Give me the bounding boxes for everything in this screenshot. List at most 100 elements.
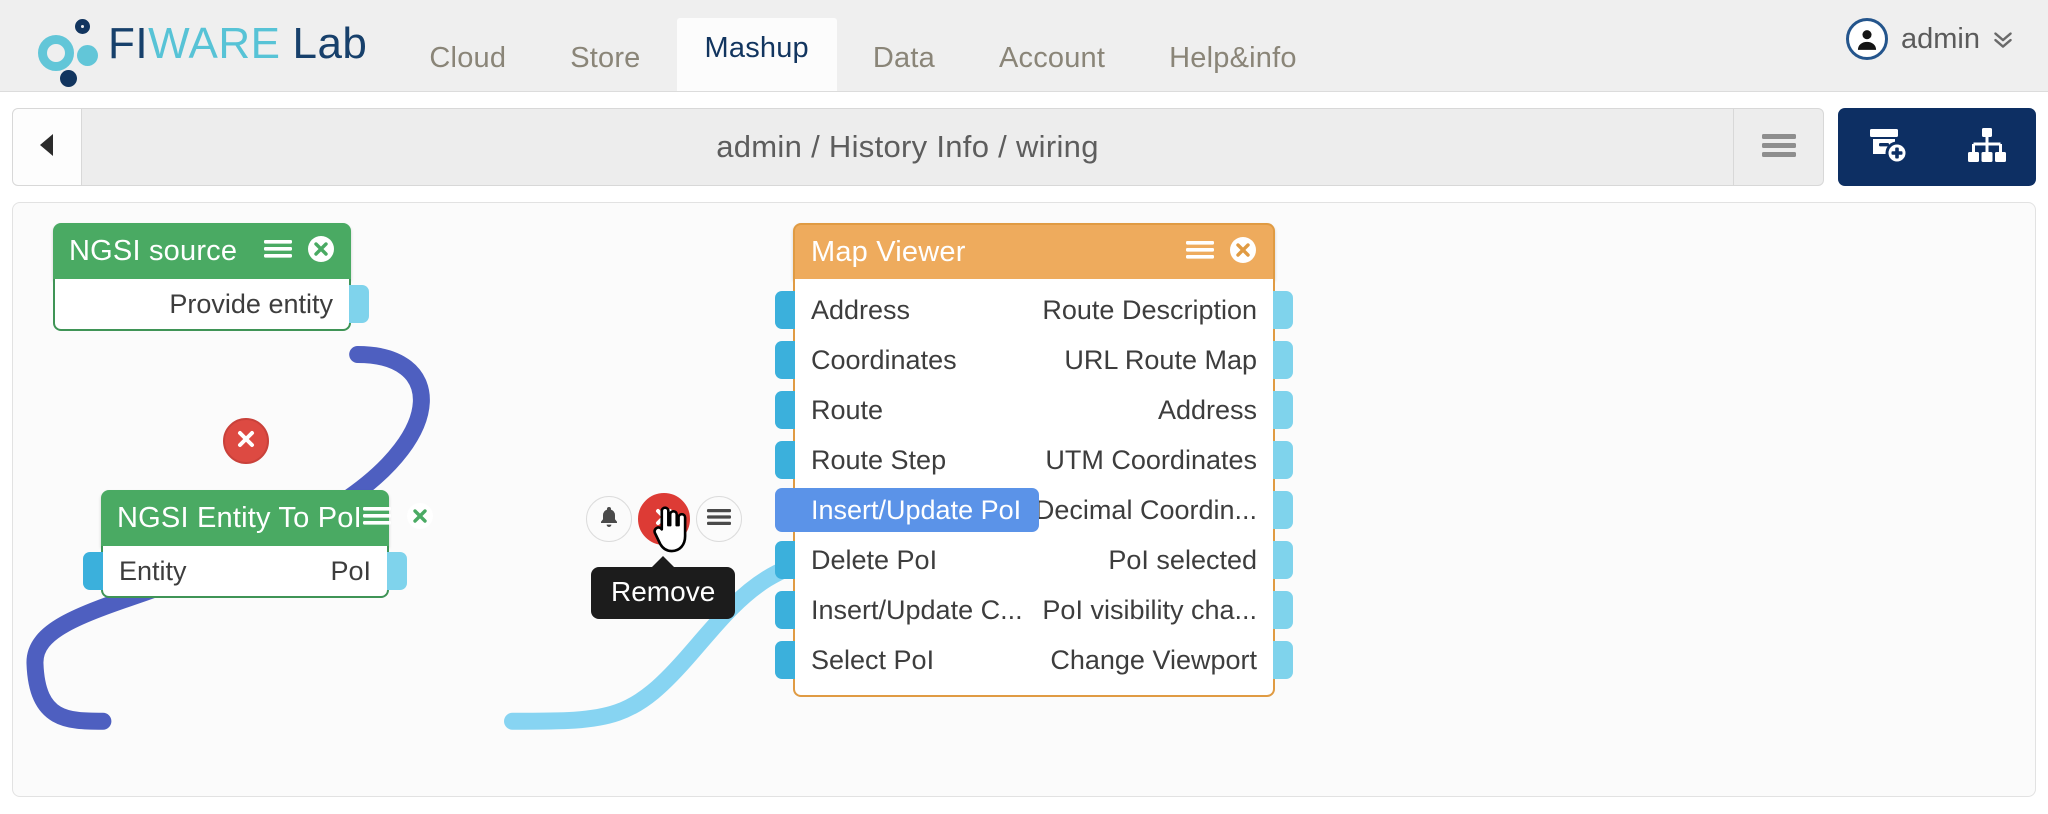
input-endpoint-label: Entity — [119, 555, 187, 586]
input-endpoint-label: Route Step — [811, 444, 947, 475]
output-port[interactable] — [1273, 541, 1293, 579]
endpoint-row[interactable]: Provide entity — [55, 279, 369, 329]
widget-header[interactable]: NGSI source — [53, 223, 351, 279]
input-port[interactable] — [775, 591, 795, 629]
input-endpoint-label: Insert/Update C... — [811, 594, 1023, 625]
hamburger-icon[interactable] — [362, 505, 392, 532]
close-circle-icon — [235, 428, 257, 455]
back-button[interactable] — [12, 108, 82, 186]
endpoint-row[interactable]: Coordinates URL Route Map — [775, 335, 1293, 385]
output-port[interactable] — [387, 552, 407, 590]
hamburger-icon — [1759, 131, 1799, 164]
add-component-button[interactable] — [1866, 125, 1910, 170]
sitemap-icon — [1966, 126, 2008, 169]
endpoint-row[interactable]: Entity PoI — [83, 546, 407, 596]
show-hierarchy-button[interactable] — [1966, 126, 2008, 169]
input-endpoint-label: Route — [811, 394, 884, 425]
widget-title: NGSI Entity To PoI — [117, 501, 362, 534]
endpoint-row[interactable]: Select PoI Change Viewport — [775, 635, 1293, 685]
output-endpoint-label: Route Description — [1042, 294, 1257, 325]
bell-icon — [598, 505, 620, 534]
box-plus-icon — [1866, 125, 1910, 170]
output-endpoint-label: Decimal Coordin... — [1034, 494, 1257, 525]
close-circle-icon[interactable] — [307, 235, 335, 268]
output-port[interactable] — [1273, 291, 1293, 329]
nav-tab-account[interactable]: Account — [971, 28, 1133, 91]
fiware-dots-logo-icon — [36, 13, 98, 87]
widget-header[interactable]: NGSI Entity To PoI — [101, 490, 433, 546]
widget-map-viewer[interactable]: Map Viewer Address Route Description Coo… — [775, 223, 1293, 697]
input-endpoint-label-selected[interactable]: Insert/Update PoI — [775, 488, 1040, 532]
top-header: FIWARE Lab Cloud Store Mashup Data Accoun… — [0, 0, 2048, 92]
endpoint-row[interactable]: Address Route Description — [775, 285, 1293, 335]
output-endpoint-label: PoI visibility cha... — [1042, 594, 1257, 625]
widget-header[interactable]: Map Viewer — [793, 223, 1275, 279]
nav-tab-helpinfo[interactable]: Help&info — [1141, 28, 1325, 91]
output-endpoint-label: Address — [1157, 394, 1257, 425]
input-endpoint-label: Address — [811, 294, 911, 325]
brand-logo[interactable]: FIWARE Lab — [36, 13, 367, 87]
widget-ngsi-source[interactable]: NGSI source Provide entity — [53, 223, 369, 331]
endpoint-row[interactable]: Route Step UTM Coordinates — [775, 435, 1293, 485]
widget-title: NGSI source — [69, 234, 238, 267]
main-navigation: Cloud Store Mashup Data Account Help&inf… — [397, 0, 1328, 91]
connection-menu-button[interactable] — [696, 496, 742, 542]
widget-ngsi-entity-to-poi[interactable]: NGSI Entity To PoI Entity PoI — [83, 490, 433, 598]
output-endpoint-label: URL Route Map — [1064, 344, 1257, 375]
widget-body: Provide entity — [53, 279, 369, 331]
breadcrumb[interactable]: admin / History Info / wiring — [82, 108, 1734, 186]
input-port[interactable] — [775, 291, 795, 329]
endpoint-row[interactable]: Delete PoI PoI selected — [775, 535, 1293, 585]
toolbar-menu-button[interactable] — [1734, 108, 1824, 186]
close-icon — [653, 506, 675, 533]
nav-tab-cloud[interactable]: Cloud — [401, 28, 534, 91]
toolbar-action-group — [1838, 108, 2036, 186]
output-port[interactable] — [1273, 391, 1293, 429]
nav-tab-store[interactable]: Store — [542, 28, 668, 91]
input-port[interactable] — [775, 341, 795, 379]
remove-connection-badge[interactable] — [223, 418, 269, 464]
brand-wordmark: FIWARE Lab — [108, 19, 367, 69]
output-endpoint-label: PoI — [330, 555, 371, 586]
output-port[interactable] — [1273, 441, 1293, 479]
input-port[interactable] — [775, 441, 795, 479]
output-endpoint-label: Change Viewport — [1050, 644, 1257, 675]
connection-remove-button[interactable] — [638, 493, 690, 545]
hamburger-icon[interactable] — [263, 238, 293, 265]
close-circle-icon[interactable] — [406, 502, 434, 535]
nav-tab-mashup[interactable]: Mashup — [676, 18, 837, 91]
output-endpoint-label: UTM Coordinates — [1045, 444, 1257, 475]
widget-title: Map Viewer — [811, 235, 966, 268]
input-port[interactable] — [775, 641, 795, 679]
input-endpoint-label: Select PoI — [811, 644, 935, 675]
endpoint-row[interactable]: Route Address — [775, 385, 1293, 435]
input-endpoint-label: Delete PoI — [811, 544, 938, 575]
input-endpoint-label: Coordinates — [811, 344, 957, 375]
wiring-canvas[interactable]: NGSI source Provide entity NGSI Entity T… — [12, 202, 2036, 797]
input-port[interactable] — [775, 391, 795, 429]
input-port[interactable] — [83, 552, 103, 590]
connection-alert-button[interactable] — [586, 496, 632, 542]
user-name-label: admin — [1901, 22, 1980, 55]
output-port[interactable] — [1273, 641, 1293, 679]
endpoint-row-selected[interactable]: Insert/Update PoI Insert/Update PoI Deci… — [775, 485, 1293, 535]
triangle-left-icon — [36, 132, 58, 163]
output-port[interactable] — [1273, 591, 1293, 629]
widget-body: Address Route Description Coordinates UR… — [775, 279, 1293, 697]
user-menu[interactable]: admin — [1846, 18, 2016, 60]
endpoint-row[interactable]: Insert/Update C... PoI visibility cha... — [775, 585, 1293, 635]
nav-tab-data[interactable]: Data — [845, 28, 963, 91]
output-port[interactable] — [349, 285, 369, 323]
output-endpoint-label: Provide entity — [169, 288, 333, 319]
brand-text-lab: Lab — [292, 19, 368, 68]
input-port[interactable] — [775, 541, 795, 579]
hamburger-icon — [706, 507, 732, 532]
hamburger-icon[interactable] — [1185, 239, 1215, 266]
output-port[interactable] — [1273, 341, 1293, 379]
widget-body: Entity PoI — [83, 546, 407, 598]
brand-text-fi: FI — [108, 19, 149, 68]
remove-tooltip: Remove — [591, 556, 736, 619]
close-circle-icon[interactable] — [1229, 236, 1257, 269]
output-port[interactable] — [1273, 491, 1293, 529]
double-chevron-down-icon[interactable] — [1990, 26, 2016, 52]
